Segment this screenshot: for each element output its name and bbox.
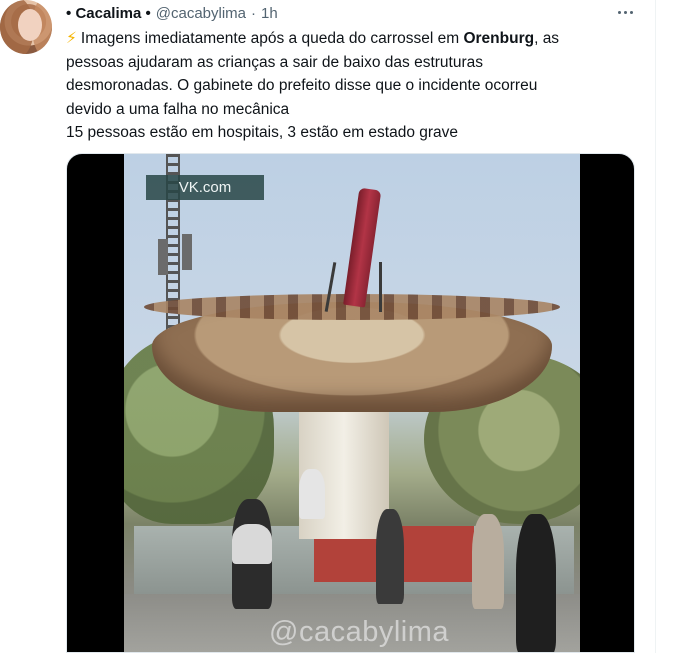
more-dot	[623, 10, 627, 14]
carousel-pole	[343, 187, 382, 308]
tweet[interactable]: • Cacalima • @cacabylima · 1h ⚡ Imagens i…	[0, 0, 655, 653]
more-options-icon[interactable]	[614, 2, 636, 22]
separator: ·	[251, 4, 257, 22]
person	[232, 524, 272, 564]
avatar[interactable]	[0, 0, 52, 54]
author-handle[interactable]: @cacabylima	[156, 5, 246, 22]
display-name-text: Cacalima	[75, 4, 142, 22]
tweet-line-1-after: , as	[534, 30, 560, 47]
tweet-line-1-before: Imagens imediatamente após a queda do ca…	[80, 30, 464, 47]
tweet-video[interactable]: VK.com @cacabylima	[66, 153, 635, 653]
person	[299, 469, 325, 519]
antenna-panel	[158, 239, 168, 275]
video-frame[interactable]: VK.com @cacabylima	[124, 154, 580, 652]
person	[472, 514, 504, 609]
display-name[interactable]: • Cacalima •	[66, 5, 151, 22]
antenna-panel	[182, 234, 192, 270]
tweet-line-4: devido a uma falha no mecânica	[66, 100, 290, 118]
timestamp[interactable]: 1h	[261, 5, 278, 22]
lightning-icon: ⚡	[66, 30, 77, 47]
source-label: VK.com	[146, 175, 264, 200]
carousel-rod	[379, 262, 382, 312]
tweet-text: ⚡ Imagens imediatamente após a queda do c…	[66, 27, 636, 145]
prefix-dot: •	[66, 4, 72, 22]
suffix-dot: •	[145, 4, 151, 22]
more-dot	[629, 10, 633, 14]
tweet-line-2: pessoas ajudaram as crianças a sair de b…	[66, 53, 483, 71]
person	[376, 509, 404, 604]
place-name: Orenburg	[463, 30, 535, 47]
watermark: @cacabylima	[269, 616, 449, 648]
person	[516, 514, 556, 652]
tweet-line-1: ⚡ Imagens imediatamente após a queda do c…	[66, 27, 636, 51]
tweet-header: • Cacalima • @cacabylima · 1h	[66, 3, 278, 23]
more-dot	[617, 10, 621, 14]
tweet-line-3: desmoronadas. O gabinete do prefeito dis…	[66, 77, 538, 94]
timeline-border	[655, 0, 656, 653]
tweet-line-5: 15 pessoas estão em hospitais, 3 estão e…	[66, 124, 459, 141]
avatar-face	[18, 9, 42, 41]
